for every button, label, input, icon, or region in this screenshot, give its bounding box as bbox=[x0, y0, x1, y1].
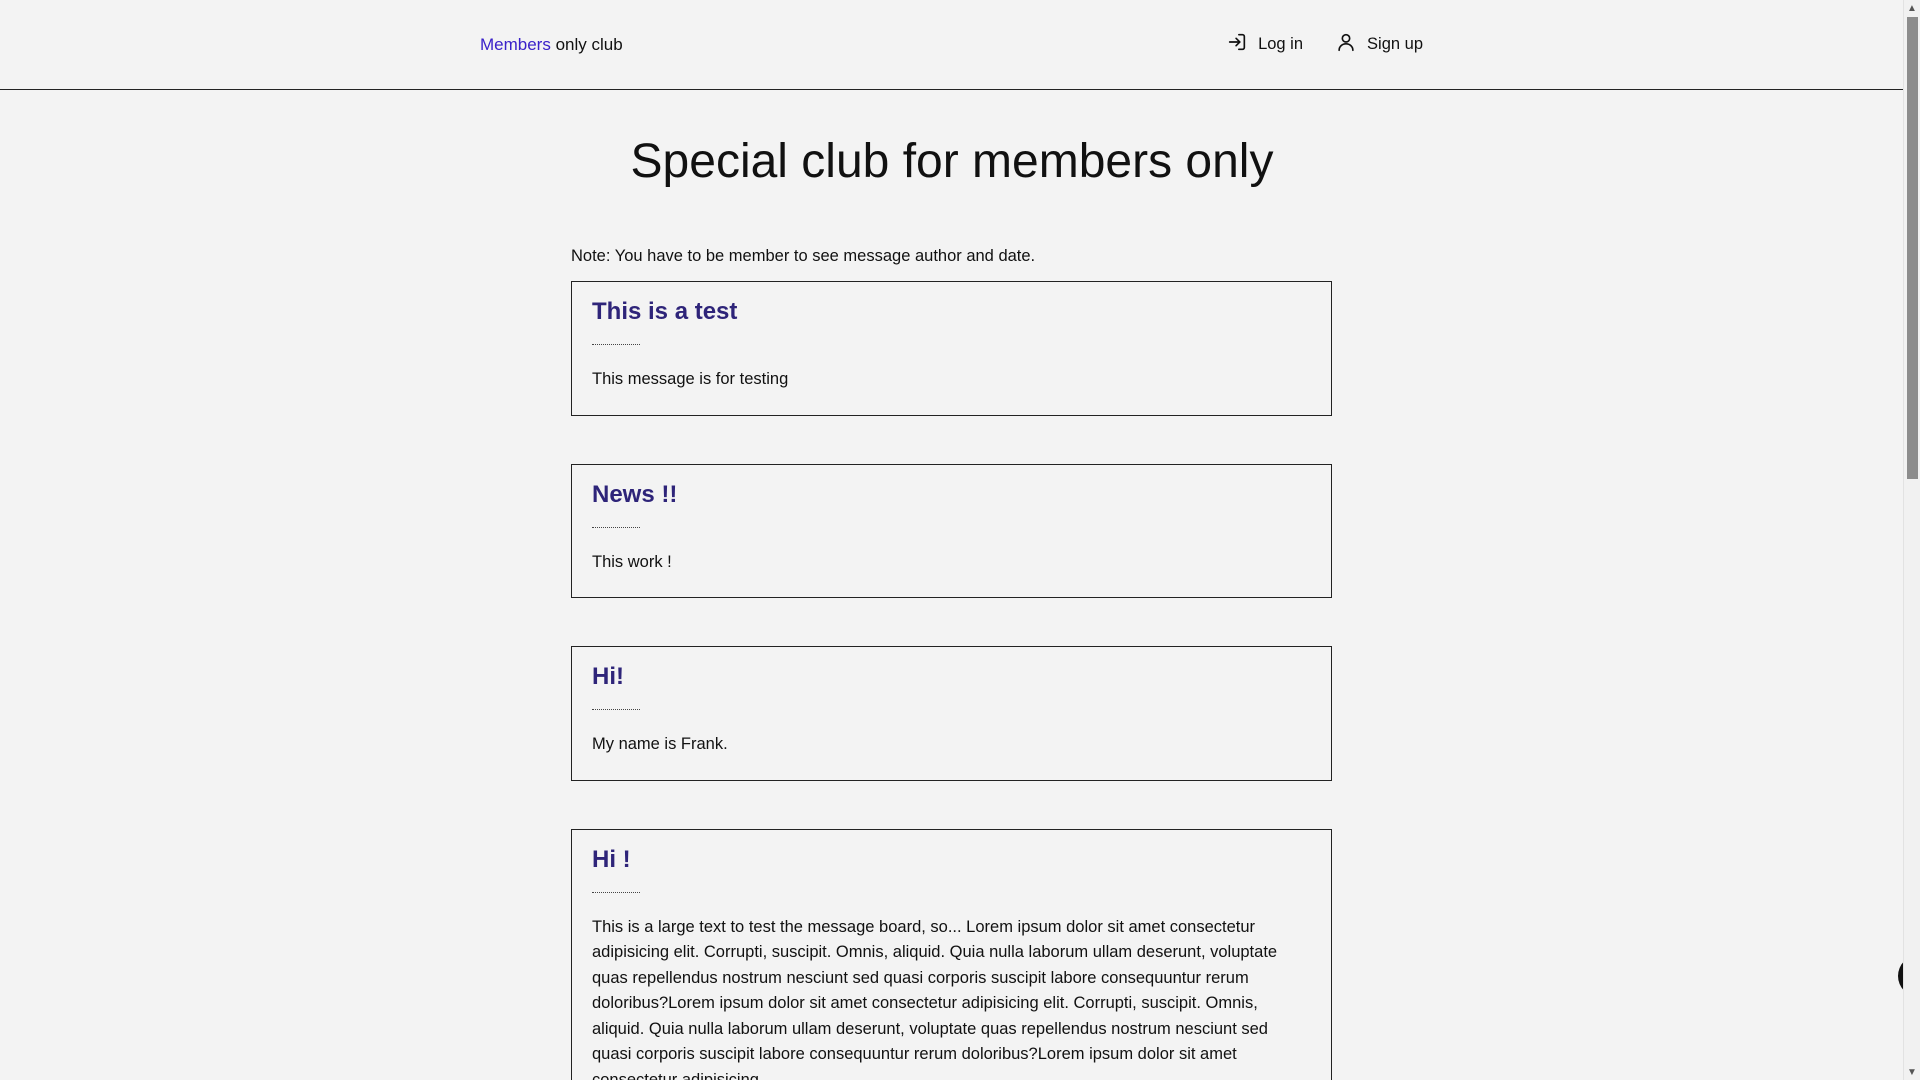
message-card: This is a test This message is for testi… bbox=[571, 281, 1332, 416]
message-card: News !! This work ! bbox=[571, 463, 1332, 598]
message-title: News !! bbox=[592, 480, 678, 508]
message-divider bbox=[592, 709, 640, 710]
message-title: Hi! bbox=[592, 663, 624, 690]
user-icon bbox=[1335, 31, 1357, 58]
message-body: This message is for testing bbox=[592, 370, 789, 388]
page-title: Special club for members only bbox=[630, 135, 1274, 188]
message-divider bbox=[592, 344, 640, 345]
message-divider bbox=[592, 526, 640, 528]
vertical-scrollbar[interactable]: ▲ ▼ bbox=[1903, 0, 1920, 1080]
page: Members only club Log in Sign up Special… bbox=[0, 0, 1920, 1080]
message-body: This is a large text to test the message… bbox=[592, 917, 1278, 1080]
brand-rest: only club bbox=[550, 35, 623, 54]
message-list: This is a test This message is for testi… bbox=[571, 281, 1332, 1080]
message-title: This is a test bbox=[592, 298, 738, 325]
member-note: Note: You have to be member to see messa… bbox=[571, 247, 1036, 265]
scroll-down-arrow-icon[interactable]: ▼ bbox=[1904, 1064, 1920, 1080]
brand-accent: Members bbox=[480, 35, 551, 54]
login-label: Log in bbox=[1258, 35, 1304, 53]
scrollbar-thumb[interactable] bbox=[1907, 17, 1918, 479]
brand-link[interactable]: Members only club bbox=[480, 35, 623, 55]
message-card: Hi ! This is a large text to test the me… bbox=[571, 828, 1332, 1080]
signup-label: Sign up bbox=[1367, 35, 1423, 53]
signup-link[interactable]: Sign up bbox=[1335, 31, 1423, 58]
nav-actions: Log in Sign up bbox=[1226, 31, 1423, 58]
message-card: Hi! My name is Frank. bbox=[571, 646, 1332, 781]
message-title: Hi ! bbox=[592, 845, 631, 873]
navbar: Members only club Log in Sign up bbox=[0, 0, 1904, 90]
login-icon bbox=[1226, 31, 1248, 58]
login-link[interactable]: Log in bbox=[1226, 31, 1303, 58]
message-body: My name is Frank. bbox=[592, 735, 728, 753]
scroll-up-arrow-icon[interactable]: ▲ bbox=[1904, 0, 1920, 16]
message-divider bbox=[592, 891, 640, 893]
message-body: This work ! bbox=[592, 552, 672, 571]
